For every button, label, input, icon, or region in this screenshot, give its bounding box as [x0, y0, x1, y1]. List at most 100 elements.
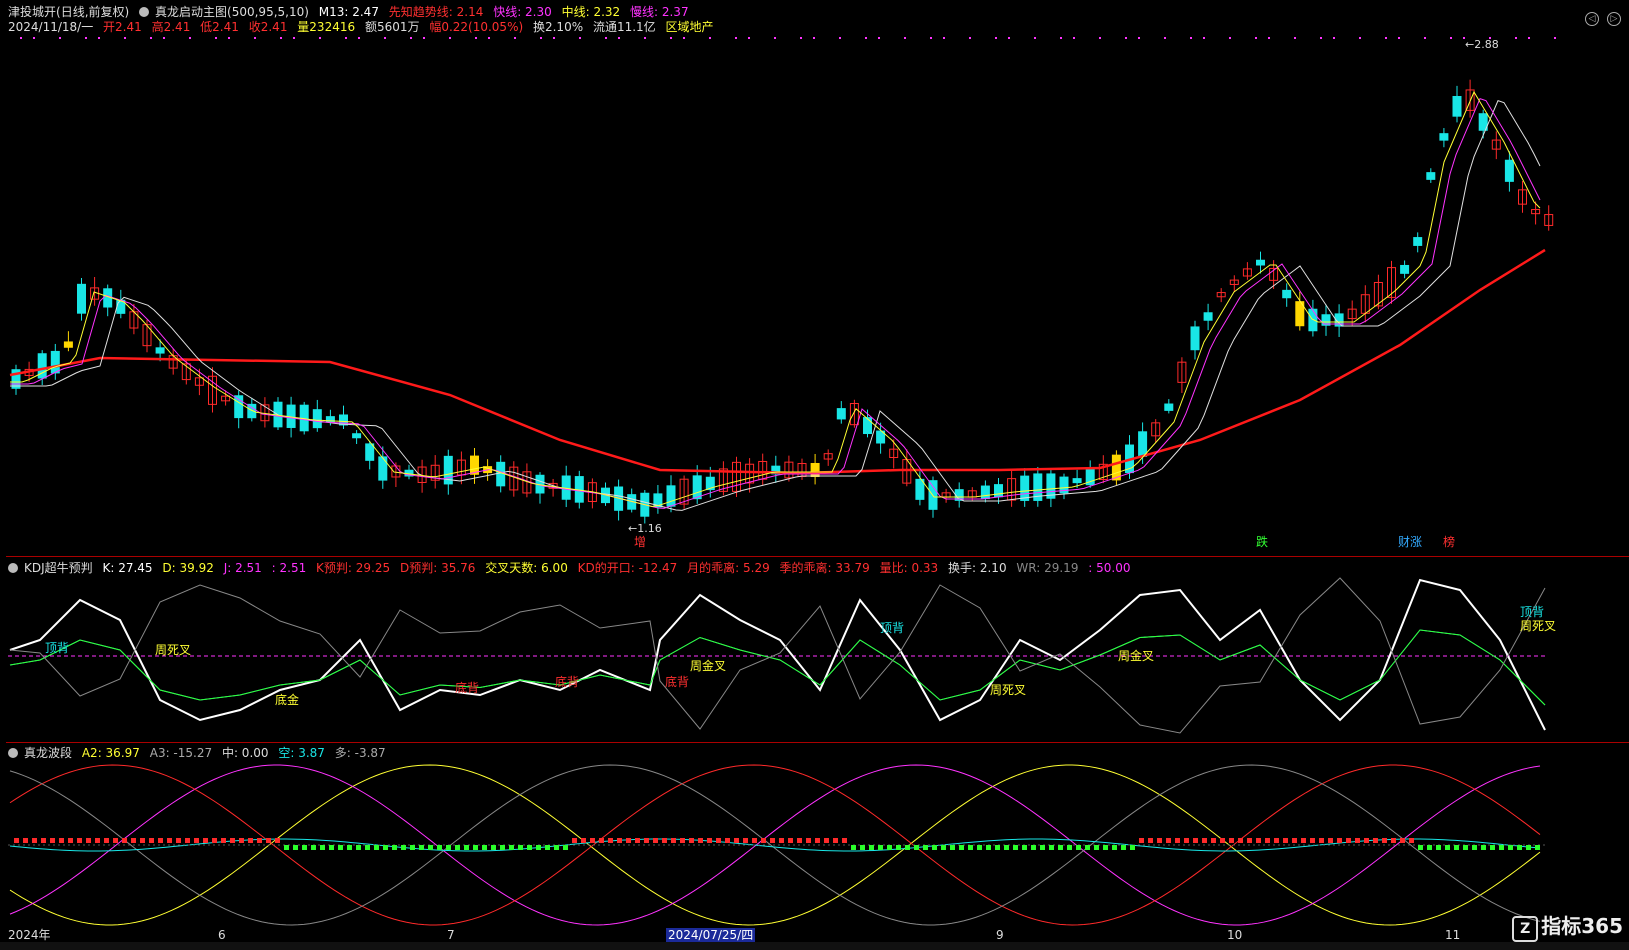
wave-bar [1454, 845, 1459, 850]
pane-divider [6, 742, 1629, 743]
wave-bar [419, 845, 424, 850]
signal-dot [1138, 37, 1140, 39]
wave-bar [626, 838, 631, 843]
signal-dot [1554, 37, 1556, 39]
candle-body [1282, 289, 1292, 299]
indicator-toggle-icon[interactable] [139, 7, 150, 17]
kdj-signal-label: 底背 [455, 680, 479, 695]
price-chart[interactable]: ←1.16←2.88增跌财涨 榜顶背 周死叉底金底背 底背 底背周金叉顶背周死叉周金叉顶… [0, 0, 1629, 950]
signal-dot [735, 37, 737, 39]
wave-bar [788, 838, 793, 843]
signal-dot [319, 37, 321, 39]
wave-bar [212, 838, 217, 843]
wave-bar [50, 838, 55, 843]
wave-bar [923, 845, 928, 850]
wave-bar [761, 838, 766, 843]
kdj-toggle-icon[interactable] [8, 563, 18, 573]
kdj-signal-label: 底背 [665, 674, 689, 689]
wave-bar [1193, 838, 1198, 843]
signal-dot [800, 37, 802, 39]
wave-bar [527, 845, 532, 850]
wave-bar [1328, 838, 1333, 843]
wave-bar [428, 845, 433, 850]
wave-bar [158, 838, 163, 843]
signal-dot [1008, 37, 1010, 39]
candle-body [1203, 312, 1213, 321]
signal-dot [280, 37, 282, 39]
wave-bar [617, 838, 622, 843]
candle-body [155, 347, 165, 354]
bottom-tab-bar[interactable] [0, 942, 1629, 950]
low-price-label: ←1.16 [628, 522, 662, 535]
wave-bar [266, 838, 271, 843]
stock-name[interactable]: 津投城开 [8, 5, 56, 19]
wave-bar [500, 845, 505, 850]
wave-bar [1463, 845, 1468, 850]
wave-bar [905, 845, 910, 850]
wave-bar [1175, 838, 1180, 843]
wave-bar [32, 838, 37, 843]
signal-dot [358, 37, 360, 39]
candle-body [1164, 403, 1174, 411]
wave-bar [986, 845, 991, 850]
signal-dot [384, 37, 386, 39]
wave-bar [1490, 845, 1495, 850]
wave-bar [320, 845, 325, 850]
wave-bar [851, 845, 856, 850]
die-label: 跌 [1256, 534, 1268, 549]
wave-bar [1364, 838, 1369, 843]
restore-icon[interactable]: ◁ [1585, 12, 1599, 26]
candle-body [352, 433, 362, 439]
wave-bar [401, 845, 406, 850]
signal-dot [1359, 37, 1361, 39]
wave-bar [257, 838, 262, 843]
wave-bar [1031, 845, 1036, 850]
kdj-signal-label: 周金叉 [1118, 648, 1154, 663]
signal-dot [709, 37, 711, 39]
wave-bar [725, 838, 730, 843]
wave-bar [599, 838, 604, 843]
window-controls: ◁ ▷ [1577, 6, 1621, 26]
ma-yellow-line [10, 90, 1541, 508]
wave-bar [1265, 838, 1270, 843]
wave-bar [383, 845, 388, 850]
wave-bar [86, 838, 91, 843]
wave-bar [689, 838, 694, 843]
signal-dot [1060, 37, 1062, 39]
wave-bar [23, 838, 28, 843]
wave-bar [878, 845, 883, 850]
wave-bar [1202, 838, 1207, 843]
wave-bar [1319, 838, 1324, 843]
wave-toggle-icon[interactable] [8, 748, 18, 758]
wave-bar [1373, 838, 1378, 843]
wave-bar [932, 845, 937, 850]
signal-dot [878, 37, 880, 39]
wave-bar [104, 838, 109, 843]
wave-bar [653, 838, 658, 843]
pin-icon[interactable]: ▷ [1607, 12, 1621, 26]
signal-dot [813, 37, 815, 39]
signal-dot [20, 37, 22, 39]
wave-bar [1400, 838, 1405, 843]
signal-dot [670, 37, 672, 39]
signal-dot [410, 37, 412, 39]
signal-dot [488, 37, 490, 39]
signal-dot [293, 37, 295, 39]
caizhang-label: 财涨 [1398, 534, 1422, 549]
quote-row: 2024/11/18/一 开2.41 高2.41 低2.41 收2.41 量23… [8, 20, 714, 34]
wave-bar [977, 845, 982, 850]
kdj-signal-label: 底金 [275, 692, 299, 707]
signal-dot [865, 37, 867, 39]
candle-body [1138, 431, 1148, 457]
candle-body [378, 456, 388, 481]
signal-dot [59, 37, 61, 39]
indicator-name[interactable]: 真龙启动主图(500,95,5,10) [155, 5, 309, 19]
wave-bar [554, 845, 559, 850]
wave-bar [1445, 845, 1450, 850]
kdj-header: KDJ超牛预判 K: 27.45 D: 39.92 J: 2.51 : 2.51… [8, 560, 1137, 576]
wave-bar [1076, 845, 1081, 850]
signal-dot [1398, 37, 1400, 39]
wave-bar [518, 845, 523, 850]
wave-bar [806, 838, 811, 843]
wave-bar [167, 838, 172, 843]
